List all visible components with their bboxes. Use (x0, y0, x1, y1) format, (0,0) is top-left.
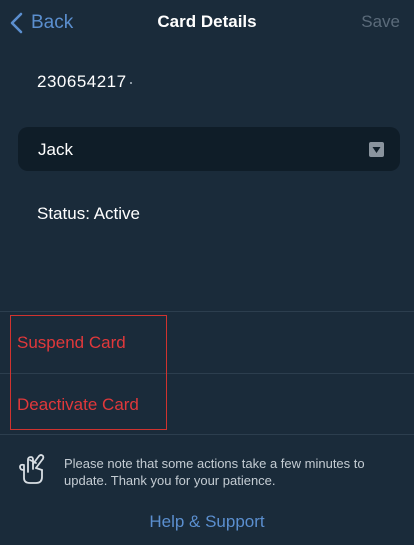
page-title: Card Details (157, 12, 257, 31)
help-support-link[interactable]: Help & Support (0, 512, 414, 532)
divider (0, 373, 414, 374)
nav-bar: Back Card Details Save (0, 0, 414, 46)
card-number: 230654217 (37, 72, 132, 92)
card-holder-select[interactable]: Jack (18, 127, 400, 171)
save-button[interactable]: Save (361, 12, 400, 32)
divider (0, 311, 414, 312)
divider (0, 434, 414, 435)
suspend-card-button[interactable]: Suspend Card (17, 333, 126, 353)
deactivate-card-button[interactable]: Deactivate Card (17, 395, 139, 415)
dropdown-arrow-icon (369, 142, 384, 157)
card-holder-value: Jack (38, 140, 73, 159)
notice-text: Please note that some actions take a few… (64, 456, 365, 488)
card-number-value: 230654217 (37, 72, 127, 91)
card-status: Status: Active (37, 204, 140, 223)
truncation-dot (129, 81, 132, 84)
fingers-crossed-icon (16, 452, 50, 486)
